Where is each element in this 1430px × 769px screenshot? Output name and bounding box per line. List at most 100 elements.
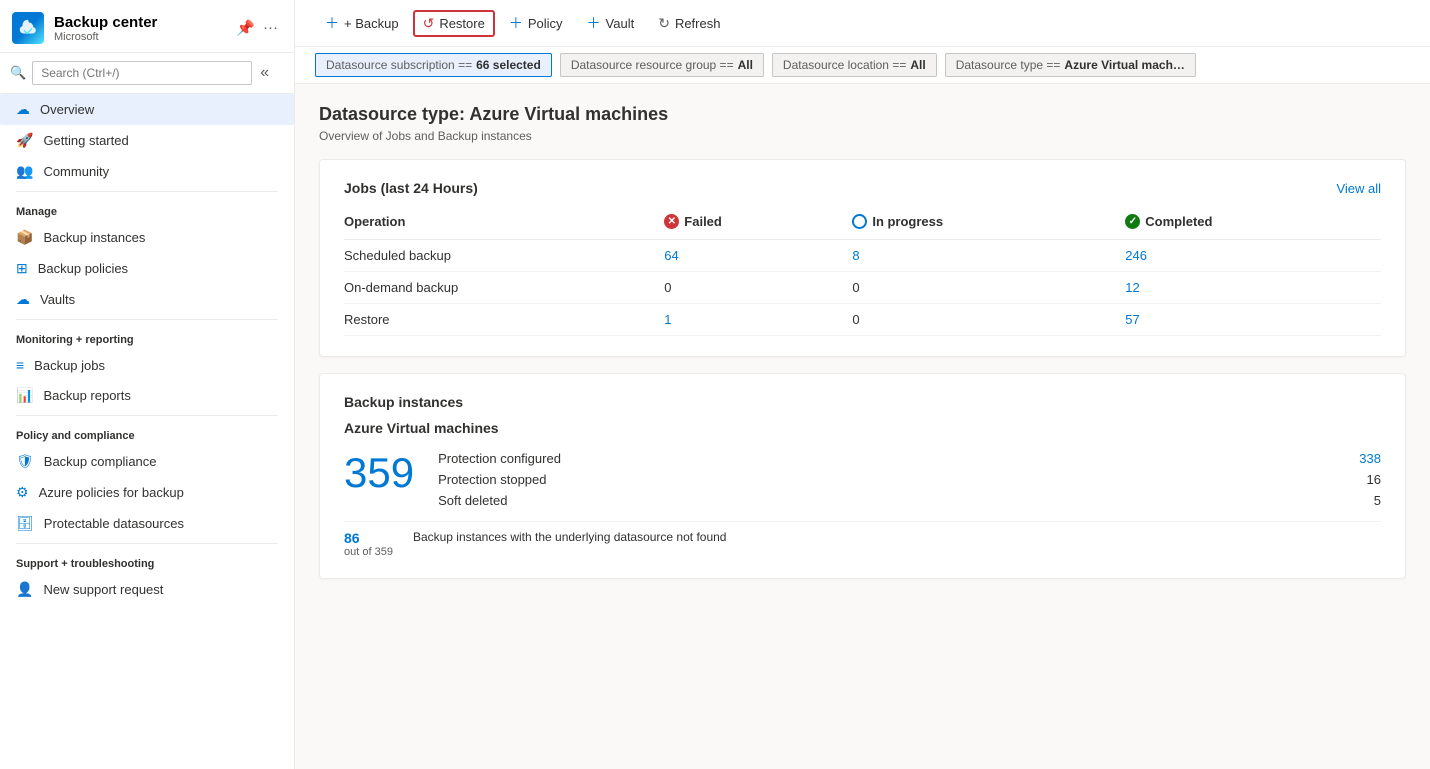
- divider-support: [16, 543, 278, 544]
- app-logo: [12, 12, 44, 44]
- detail-label-softdeleted: Soft deleted: [438, 493, 507, 508]
- more-icon[interactable]: ···: [263, 19, 278, 37]
- sidebar-item-backup-jobs[interactable]: ≡ Backup jobs: [0, 350, 294, 380]
- manage-section-label: Manage: [0, 196, 294, 222]
- cloud-icon: ☁: [16, 101, 30, 118]
- page-title: Datasource type: Azure Virtual machines: [319, 104, 1406, 125]
- divider-monitoring: [16, 319, 278, 320]
- table-row: Scheduled backup 64 8 246: [344, 240, 1381, 272]
- compliance-icon: 🛡: [16, 453, 34, 470]
- sidebar-item-label: Overview: [40, 102, 94, 117]
- sidebar: Backup center Microsoft 📌 ··· 🔍 « ☁ Over…: [0, 0, 295, 769]
- policy-section-label: Policy and compliance: [0, 420, 294, 446]
- instances-details: Protection configured 338 Protection sto…: [438, 448, 1381, 511]
- support-section-label: Support + troubleshooting: [0, 548, 294, 574]
- ondemand-failed-val: 0: [664, 280, 671, 295]
- header-icons: 📌 ···: [236, 19, 278, 37]
- sidebar-item-overview[interactable]: ☁ Overview: [0, 94, 294, 125]
- table-row: On-demand backup 0 0 12: [344, 272, 1381, 304]
- row-in-progress: 0: [844, 272, 1117, 304]
- row-completed: 246: [1117, 240, 1381, 272]
- sidebar-item-label: Azure policies for backup: [39, 485, 184, 500]
- backup-button[interactable]: ＋ + Backup: [315, 8, 409, 38]
- detail-value-configured[interactable]: 338: [1341, 451, 1381, 466]
- filter-subscription[interactable]: Datasource subscription == 66 selected: [315, 53, 552, 77]
- filter-type-label: Datasource type ==: [956, 58, 1061, 72]
- sidebar-search-area: 🔍 «: [0, 53, 294, 94]
- sidebar-item-backup-policies[interactable]: ⊞ Backup policies: [0, 253, 294, 284]
- ondemand-progress-val: 0: [852, 280, 859, 295]
- page-subtitle: Overview of Jobs and Backup instances: [319, 129, 1406, 143]
- failed-icon: ✕: [664, 214, 679, 229]
- filter-location[interactable]: Datasource location == All: [772, 53, 937, 77]
- sidebar-item-azure-policies[interactable]: ⚙ Azure policies for backup: [0, 477, 294, 508]
- ondemand-completed-link[interactable]: 12: [1125, 280, 1139, 295]
- instances-body: 359 Protection configured 338 Protection…: [344, 448, 1381, 511]
- instances-card: Backup instances Azure Virtual machines …: [319, 373, 1406, 579]
- search-input[interactable]: [32, 61, 252, 85]
- row-failed: 1: [656, 304, 844, 336]
- sidebar-item-label: New support request: [43, 582, 163, 597]
- content-area: Datasource type: Azure Virtual machines …: [295, 84, 1430, 769]
- sidebar-item-backup-reports[interactable]: 📊 Backup reports: [0, 380, 294, 411]
- jobs-icon: ≡: [16, 357, 24, 373]
- sidebar-item-new-support[interactable]: 👤 New support request: [0, 574, 294, 605]
- monitoring-section-label: Monitoring + reporting: [0, 324, 294, 350]
- failed-col-label: Failed: [684, 214, 722, 229]
- view-all-jobs-link[interactable]: View all: [1336, 181, 1381, 196]
- refresh-label: Refresh: [675, 16, 721, 31]
- detail-label-configured: Protection configured: [438, 451, 561, 466]
- progress-col-label: In progress: [872, 214, 943, 229]
- row-failed: 0: [656, 272, 844, 304]
- community-icon: 👥: [16, 163, 33, 180]
- instances-detail-row: Protection stopped 16: [438, 469, 1381, 490]
- rocket-icon: 🚀: [16, 132, 33, 149]
- scheduled-progress-link[interactable]: 8: [852, 248, 859, 263]
- restore-button[interactable]: ↺ Restore: [413, 10, 495, 37]
- search-icon: 🔍: [10, 65, 26, 81]
- filter-subscription-value: 66 selected: [476, 58, 541, 72]
- filter-type[interactable]: Datasource type == Azure Virtual mach…: [945, 53, 1196, 77]
- filter-location-label: Datasource location ==: [783, 58, 906, 72]
- collapse-sidebar-button[interactable]: «: [258, 62, 271, 84]
- sidebar-item-community[interactable]: 👥 Community: [0, 156, 294, 187]
- sidebar-item-protectable-datasources[interactable]: 🗄 Protectable datasources: [0, 508, 294, 539]
- completed-col-label: Completed: [1145, 214, 1212, 229]
- sidebar-item-backup-instances[interactable]: 📦 Backup instances: [0, 222, 294, 253]
- main-area: ＋ + Backup ↺ Restore ＋ Policy ＋ Vault ↻ …: [295, 0, 1430, 769]
- row-completed: 57: [1117, 304, 1381, 336]
- footer-left: 86 out of 359: [344, 530, 393, 558]
- vault-button[interactable]: ＋ Vault: [577, 8, 645, 38]
- footer-sub: out of 359: [344, 546, 393, 558]
- sidebar-header: Backup center Microsoft 📌 ···: [0, 0, 294, 53]
- sidebar-item-backup-compliance[interactable]: 🛡 Backup compliance: [0, 446, 294, 477]
- policy-label: Policy: [528, 16, 563, 31]
- instances-count: 359: [344, 452, 414, 494]
- divider-manage: [16, 191, 278, 192]
- refresh-button[interactable]: ↻ Refresh: [648, 10, 730, 37]
- instances-card-title: Backup instances: [344, 394, 1381, 410]
- sidebar-item-label: Backup policies: [38, 261, 128, 276]
- restore-failed-link[interactable]: 1: [664, 312, 671, 327]
- app-subtitle: Microsoft: [54, 31, 236, 43]
- support-icon: 👤: [16, 581, 33, 598]
- policy-button[interactable]: ＋ Policy: [499, 8, 573, 38]
- instances-detail-row: Protection configured 338: [438, 448, 1381, 469]
- col-completed: ✓ Completed: [1117, 210, 1381, 240]
- instances-icon: 📦: [16, 229, 33, 246]
- sidebar-item-vaults[interactable]: ☁ Vaults: [0, 284, 294, 315]
- filter-location-value: All: [910, 58, 925, 72]
- sidebar-item-label: Backup reports: [43, 388, 130, 403]
- footer-count[interactable]: 86: [344, 530, 393, 546]
- pin-icon[interactable]: 📌: [236, 19, 255, 37]
- filter-resource-group[interactable]: Datasource resource group == All: [560, 53, 764, 77]
- row-in-progress: 0: [844, 304, 1117, 336]
- sidebar-item-getting-started[interactable]: 🚀 Getting started: [0, 125, 294, 156]
- scheduled-failed-link[interactable]: 64: [664, 248, 678, 263]
- restore-completed-link[interactable]: 57: [1125, 312, 1139, 327]
- row-operation: Scheduled backup: [344, 240, 656, 272]
- col-failed: ✕ Failed: [656, 210, 844, 240]
- scheduled-completed-link[interactable]: 246: [1125, 248, 1147, 263]
- filter-rg-label: Datasource resource group ==: [571, 58, 734, 72]
- toolbar: ＋ + Backup ↺ Restore ＋ Policy ＋ Vault ↻ …: [295, 0, 1430, 47]
